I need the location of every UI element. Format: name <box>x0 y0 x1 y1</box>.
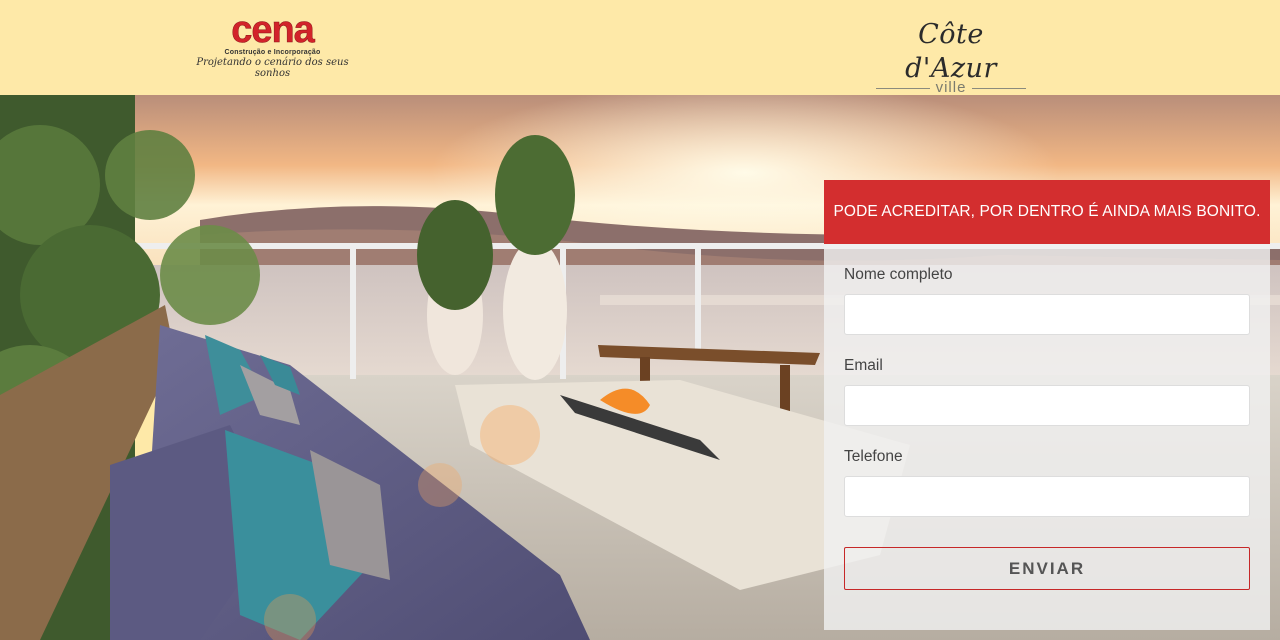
email-field[interactable] <box>844 385 1250 426</box>
cote-dazur-logo[interactable]: Côte d'Azur ville <box>868 18 1034 96</box>
email-field-label: Email <box>844 357 883 374</box>
cote-dazur-logo-wordmark: Côte d'Azur <box>905 19 997 84</box>
logo-divider-left <box>875 87 930 89</box>
form-heading: PODE ACREDITAR, POR DENTRO É AINDA MAIS … <box>824 180 1270 244</box>
cena-logo-slogan: Projetando o cenário dos seus sonhos <box>196 57 349 79</box>
cote-dazur-logo-suffix-row: ville <box>868 80 1034 96</box>
lead-form: PODE ACREDITAR, POR DENTRO É AINDA MAIS … <box>824 180 1270 630</box>
submit-button[interactable]: ENVIAR <box>844 547 1250 590</box>
name-field-label: Nome completo <box>844 266 953 283</box>
cena-logo[interactable]: cena Construção e Incorporação Projetand… <box>190 9 355 79</box>
form-body: Nome completo Email Telefone ENVIAR <box>824 266 1270 590</box>
cena-logo-subtitle: Construção e Incorporação <box>224 49 321 56</box>
logo-divider-right <box>972 87 1027 89</box>
phone-field[interactable] <box>844 476 1250 517</box>
cote-dazur-logo-suffix: ville <box>935 79 967 96</box>
phone-field-label: Telefone <box>844 448 903 465</box>
cena-logo-wordmark: cena <box>231 9 315 51</box>
name-field[interactable] <box>844 294 1250 335</box>
site-header: cena Construção e Incorporação Projetand… <box>0 0 1280 96</box>
